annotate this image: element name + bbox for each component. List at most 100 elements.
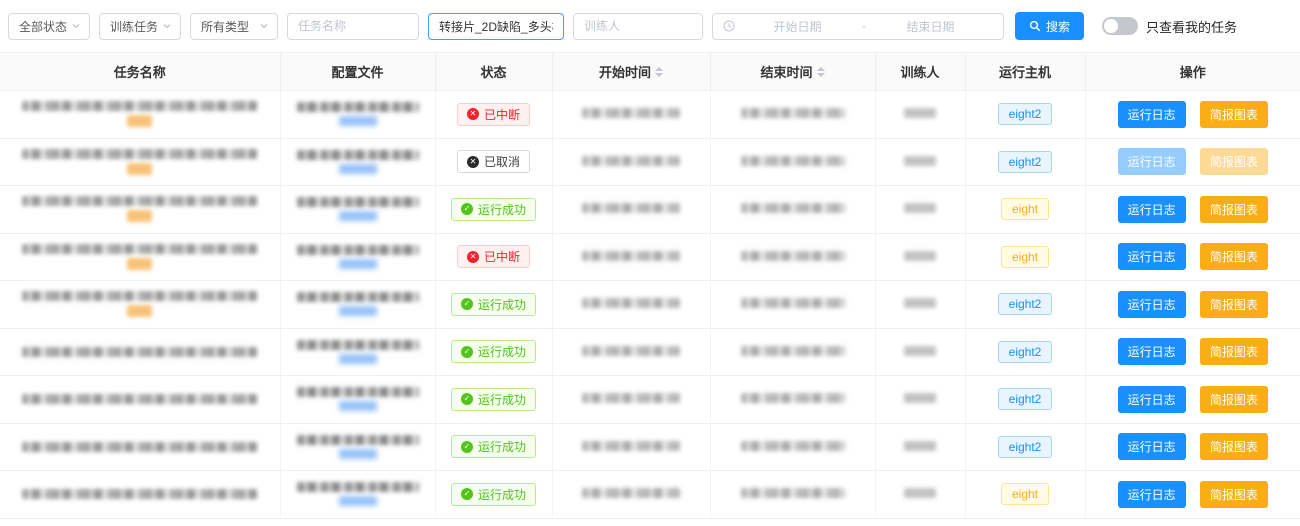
config-link-redacted[interactable] — [339, 496, 377, 506]
column-header[interactable]: 结束时间 — [710, 53, 875, 91]
status-icon: ✓ — [461, 393, 473, 405]
start-time-redacted — [582, 298, 680, 308]
task-name-redacted — [22, 442, 257, 452]
status-label: 已中断 — [484, 248, 520, 265]
report-chart-button[interactable]: 简报图表 — [1200, 148, 1268, 175]
status-icon: ✕ — [467, 156, 479, 168]
end-time-redacted — [741, 488, 845, 498]
actions-cell: 运行日志 简报图表 — [1085, 423, 1300, 471]
trainer-cell — [875, 233, 965, 281]
task-name-cell — [0, 233, 280, 281]
start-time-redacted — [582, 203, 680, 213]
config-link-redacted[interactable] — [339, 306, 377, 316]
report-chart-button[interactable]: 简报图表 — [1200, 433, 1268, 460]
category-filter-select[interactable]: 所有类型 — [190, 13, 278, 40]
host-badge: eight — [1001, 198, 1049, 220]
config-file-redacted — [297, 150, 419, 160]
trainer-redacted — [904, 251, 936, 261]
end-date-placeholder[interactable]: 结束日期 — [868, 18, 993, 35]
search-keyword-input[interactable] — [428, 13, 564, 40]
actions-cell: 运行日志 简报图表 — [1085, 328, 1300, 376]
table-row: ✕ 已中断 eight 运行日志 简报图表 — [0, 233, 1300, 281]
my-tasks-toggle-label: 只查看我的任务 — [1146, 17, 1237, 36]
trainer-input[interactable] — [573, 13, 703, 40]
status-filter-value: 全部状态 — [19, 18, 67, 35]
start-time-cell — [552, 233, 710, 281]
start-time-cell — [552, 186, 710, 234]
sort-carets-icon[interactable] — [655, 67, 663, 77]
host-badge: eight — [1001, 483, 1049, 505]
config-file-redacted — [297, 387, 419, 397]
config-link-redacted[interactable] — [339, 211, 377, 221]
run-log-button[interactable]: 运行日志 — [1118, 291, 1186, 318]
host-cell: eight2 — [965, 91, 1085, 139]
status-cell: ✓ 运行成功 — [435, 376, 552, 424]
config-link-redacted[interactable] — [339, 164, 377, 174]
task-type-filter-select[interactable]: 训练任务 — [99, 13, 181, 40]
end-time-cell — [710, 328, 875, 376]
start-time-cell — [552, 471, 710, 519]
actions-cell: 运行日志 简报图表 — [1085, 233, 1300, 281]
status-badge: ✓ 运行成功 — [451, 198, 536, 221]
run-log-button[interactable]: 运行日志 — [1118, 148, 1186, 175]
run-log-button[interactable]: 运行日志 — [1118, 338, 1186, 365]
status-cell: ✕ 已中断 — [435, 91, 552, 139]
sort-carets-icon[interactable] — [817, 67, 825, 77]
config-link-redacted[interactable] — [339, 401, 377, 411]
task-name-redacted — [22, 149, 257, 159]
trainer-cell — [875, 91, 965, 139]
task-name-cell — [0, 281, 280, 329]
status-filter-select[interactable]: 全部状态 — [8, 13, 90, 40]
report-chart-button[interactable]: 简报图表 — [1200, 291, 1268, 318]
config-file-redacted — [297, 292, 419, 302]
table-row: ✓ 运行成功 eight 运行日志 简报图表 — [0, 471, 1300, 519]
run-log-button[interactable]: 运行日志 — [1118, 196, 1186, 223]
config-link-redacted[interactable] — [339, 116, 377, 126]
start-time-cell — [552, 423, 710, 471]
column-header: 运行主机 — [965, 53, 1085, 91]
status-icon: ✕ — [467, 251, 479, 263]
column-header: 训练人 — [875, 53, 965, 91]
tasks-table: 任务名称配置文件状态开始时间结束时间训练人运行主机操作 ✕ 已中断 eight2 — [0, 52, 1300, 519]
actions-cell: 运行日志 简报图表 — [1085, 376, 1300, 424]
table-header: 任务名称配置文件状态开始时间结束时间训练人运行主机操作 — [0, 53, 1300, 91]
config-link-redacted[interactable] — [339, 354, 377, 364]
report-chart-button[interactable]: 简报图表 — [1200, 338, 1268, 365]
status-label: 已中断 — [484, 106, 520, 123]
config-file-redacted — [297, 482, 419, 492]
run-log-button[interactable]: 运行日志 — [1118, 243, 1186, 270]
config-link-redacted[interactable] — [339, 449, 377, 459]
date-separator: - — [860, 19, 868, 33]
run-log-button[interactable]: 运行日志 — [1118, 433, 1186, 460]
report-chart-button[interactable]: 简报图表 — [1200, 101, 1268, 128]
search-button[interactable]: 搜索 — [1015, 12, 1084, 40]
report-chart-button[interactable]: 简报图表 — [1200, 243, 1268, 270]
column-header-label: 开始时间 — [599, 62, 651, 81]
task-name-cell — [0, 471, 280, 519]
column-header[interactable]: 开始时间 — [552, 53, 710, 91]
status-badge: ✕ 已取消 — [457, 150, 530, 173]
run-log-button[interactable]: 运行日志 — [1118, 101, 1186, 128]
end-time-cell — [710, 376, 875, 424]
config-file-cell — [280, 328, 435, 376]
host-cell: eight — [965, 186, 1085, 234]
trainer-cell — [875, 423, 965, 471]
task-name-input[interactable] — [287, 13, 419, 40]
run-log-button[interactable]: 运行日志 — [1118, 481, 1186, 508]
report-chart-button[interactable]: 简报图表 — [1200, 386, 1268, 413]
host-cell: eight2 — [965, 138, 1085, 186]
my-tasks-toggle[interactable] — [1102, 17, 1138, 35]
end-time-cell — [710, 91, 875, 139]
config-link-redacted[interactable] — [339, 259, 377, 269]
column-header-label: 任务名称 — [114, 62, 166, 81]
report-chart-button[interactable]: 简报图表 — [1200, 196, 1268, 223]
actions-cell: 运行日志 简报图表 — [1085, 138, 1300, 186]
host-cell: eight2 — [965, 281, 1085, 329]
status-cell: ✓ 运行成功 — [435, 423, 552, 471]
report-chart-button[interactable]: 简报图表 — [1200, 481, 1268, 508]
config-file-cell — [280, 91, 435, 139]
date-range-picker[interactable]: 开始日期 - 结束日期 — [712, 13, 1004, 40]
actions-cell: 运行日志 简报图表 — [1085, 91, 1300, 139]
start-date-placeholder[interactable]: 开始日期 — [735, 18, 860, 35]
run-log-button[interactable]: 运行日志 — [1118, 386, 1186, 413]
